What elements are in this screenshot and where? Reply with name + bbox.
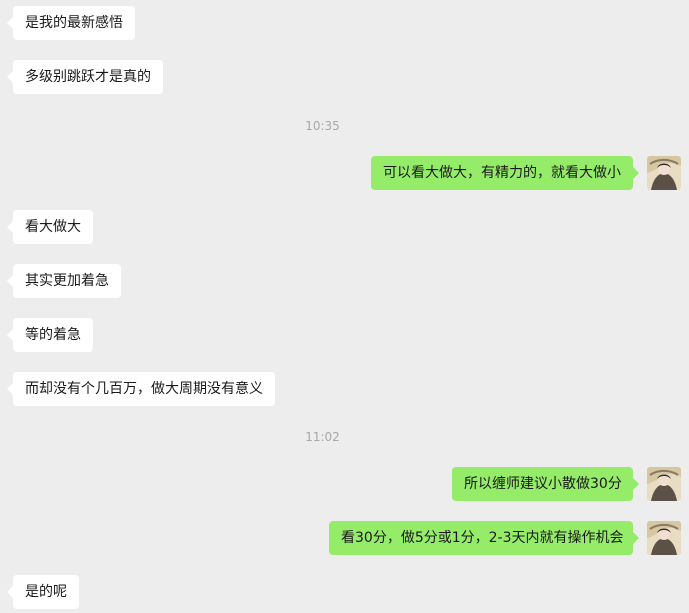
message-text: 多级别跳跃才是真的 bbox=[25, 69, 151, 85]
message-bubble-incoming[interactable]: 是的呢 bbox=[7, 575, 79, 609]
user-avatar-icon[interactable] bbox=[647, 156, 681, 190]
message-bubble-outgoing[interactable]: 看30分，做5分或1分，2-3天内就有操作机会 bbox=[329, 521, 639, 555]
message-text: 所以缠师建议小散做30分 bbox=[464, 476, 622, 492]
message-text: 可以看大做大，有精力的，就看大做小 bbox=[383, 165, 621, 181]
message-text: 其实更加着急 bbox=[25, 273, 109, 289]
message-bubble-incoming[interactable]: 看大做大 bbox=[7, 210, 93, 244]
message-text: 看30分，做5分或1分，2-3天内就有操作机会 bbox=[341, 530, 624, 546]
message-timestamp: 11:02 bbox=[305, 430, 340, 444]
message-bubble-incoming[interactable]: 多级别跳跃才是真的 bbox=[7, 60, 163, 94]
message-bubble-incoming[interactable]: 是我的最新感悟 bbox=[7, 6, 135, 40]
message-timestamp: 10:35 bbox=[305, 119, 340, 133]
message-bubble-incoming[interactable]: 其实更加着急 bbox=[7, 264, 121, 298]
message-text: 是的呢 bbox=[25, 584, 67, 600]
message-text: 是我的最新感悟 bbox=[25, 15, 123, 31]
user-avatar-icon[interactable] bbox=[647, 467, 681, 501]
message-text: 而却没有个几百万，做大周期没有意义 bbox=[25, 381, 263, 397]
message-bubble-incoming[interactable]: 而却没有个几百万，做大周期没有意义 bbox=[7, 372, 275, 406]
chat-window[interactable]: 是我的最新感悟 多级别跳跃才是真的 10:35 可以看大做大，有精力的，就看大做… bbox=[0, 0, 689, 613]
user-avatar-icon[interactable] bbox=[647, 521, 681, 555]
message-text: 看大做大 bbox=[25, 219, 81, 235]
message-bubble-outgoing[interactable]: 所以缠师建议小散做30分 bbox=[452, 467, 639, 501]
message-bubble-outgoing[interactable]: 可以看大做大，有精力的，就看大做小 bbox=[371, 156, 639, 190]
message-text: 等的着急 bbox=[25, 327, 81, 343]
message-bubble-incoming[interactable]: 等的着急 bbox=[7, 318, 93, 352]
